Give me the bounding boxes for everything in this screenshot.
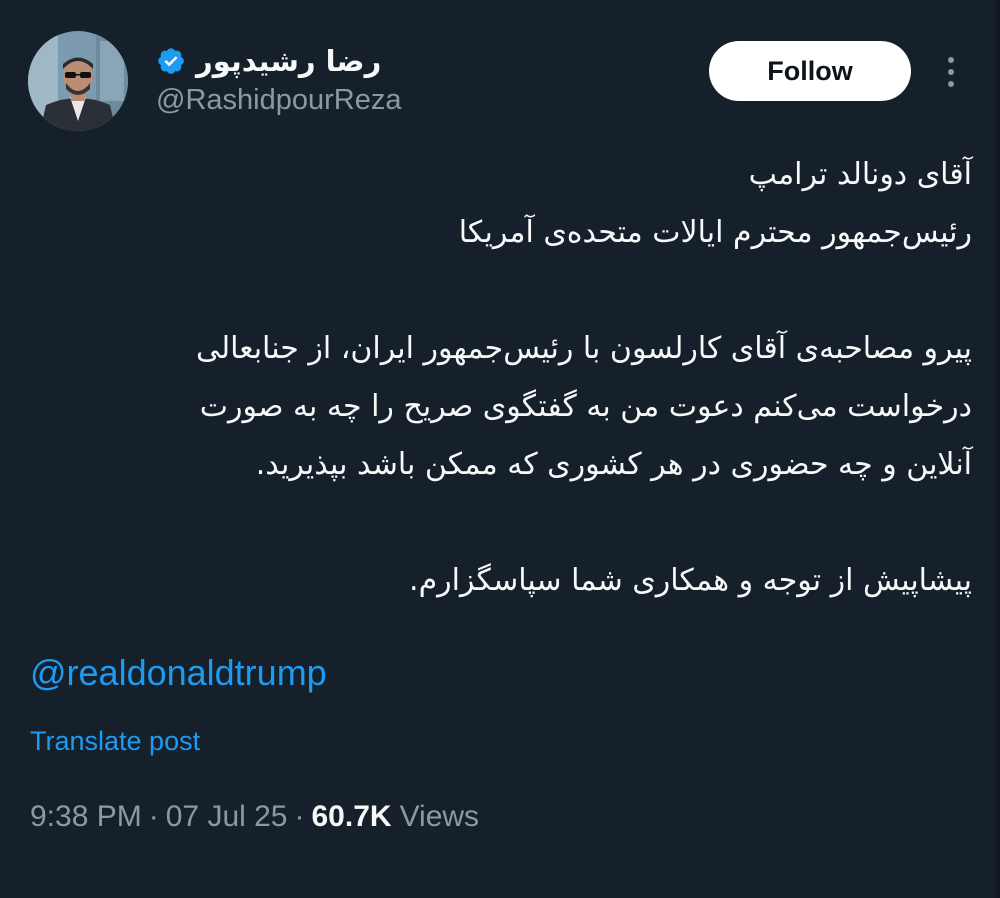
tweet-page: رضا رشیدپور @RashidpourReza Follow آقای … xyxy=(0,0,1000,898)
avatar[interactable] xyxy=(28,31,128,131)
avatar-image xyxy=(28,31,128,131)
tweet-meta: 9:38 PM · 07 Jul 25 · 60.7K Views xyxy=(30,800,479,834)
tweet-line: آنلاین و چه حضوری در هر کشوری که ممکن با… xyxy=(255,447,972,482)
tweet-line: پیرو مصاحبه‌ی آقای کارلسون با رئیس‌جمهور… xyxy=(195,331,972,366)
author-display-name[interactable]: رضا رشیدپور xyxy=(196,44,381,78)
tweet-date[interactable]: 07 Jul 25 xyxy=(166,800,288,834)
tweet-line: رئیس‌جمهور محترم ایالات متحده‌ی آمریکا xyxy=(458,215,972,250)
tweet-text: آقای دونالد ترامپ رئیس‌جمهور محترم ایالا… xyxy=(28,146,972,610)
translate-post-link[interactable]: Translate post xyxy=(30,726,200,757)
more-vertical-icon[interactable] xyxy=(938,52,964,92)
meta-separator: · xyxy=(148,800,159,833)
views-count: 60.7K xyxy=(311,800,392,833)
tweet-line: پیشاپیش از توجه و همکاری شما سپاسگزارم. xyxy=(409,563,972,598)
mention-link[interactable]: @realdonaldtrump xyxy=(30,652,327,694)
author-name-row[interactable]: رضا رشیدپور xyxy=(156,38,381,84)
follow-button[interactable]: Follow xyxy=(709,41,911,101)
verified-badge-icon xyxy=(158,48,184,74)
meta-separator: · xyxy=(294,800,305,833)
tweet-time[interactable]: 9:38 PM xyxy=(30,800,142,834)
author-handle[interactable]: @RashidpourReza xyxy=(156,84,401,117)
tweet-line: آقای دونالد ترامپ xyxy=(748,157,972,192)
views-label: Views xyxy=(399,800,480,833)
tweet-line: درخواست می‌کنم دعوت من به گفتگوی صریح را… xyxy=(199,389,972,424)
